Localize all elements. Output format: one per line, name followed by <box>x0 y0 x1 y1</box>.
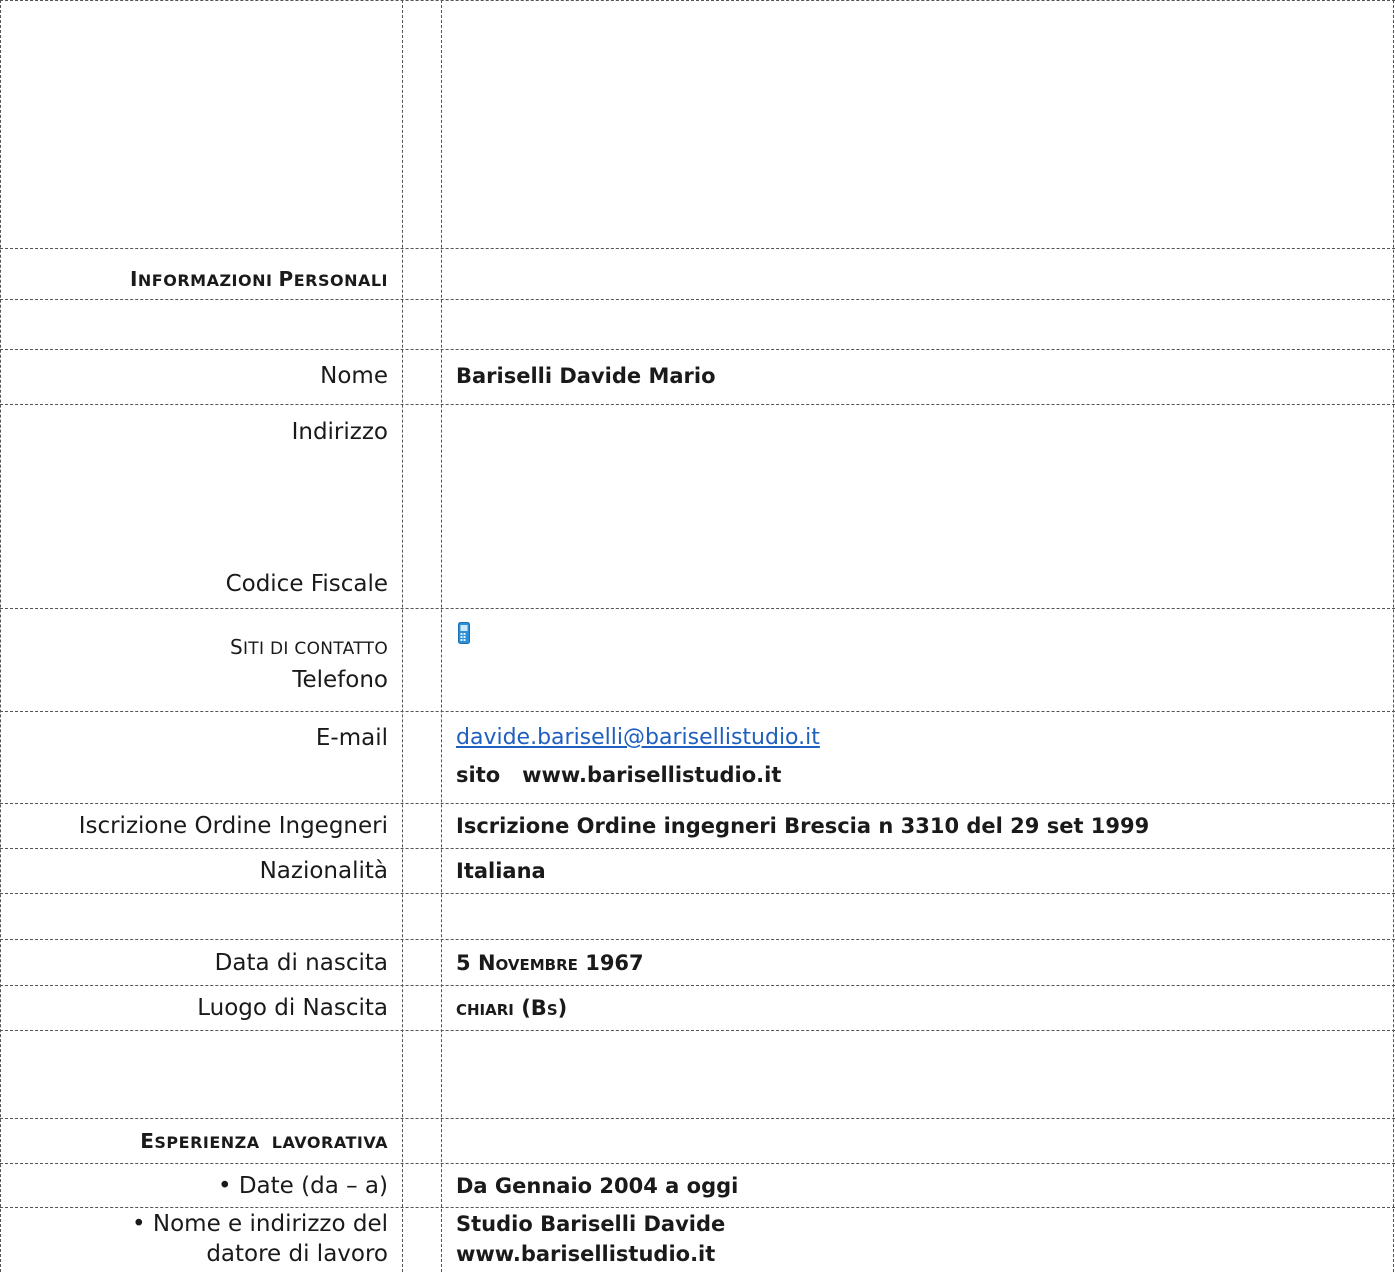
column-divider-1 <box>402 0 403 1272</box>
email-value: davide.bariselli@barisellistudio.it <box>456 723 1386 753</box>
telefono-label: Telefono <box>292 667 388 693</box>
sito-value: www.barisellistudio.it <box>522 763 782 787</box>
luogo-nascita-label: Luogo di Nascita <box>197 995 388 1021</box>
email-link[interactable]: davide.bariselli@barisellistudio.it <box>456 725 820 750</box>
row-divider <box>0 893 1395 894</box>
luogo-nascita-value: CHIARI (BS) <box>456 996 568 1020</box>
data-nascita-label: Data di nascita <box>214 950 388 976</box>
row-divider <box>0 349 1395 350</box>
date-label: • Date (da – a) <box>217 1173 388 1199</box>
datore-label-line2: datore di lavoro <box>206 1241 388 1267</box>
indirizzo-label: Indirizzo <box>291 419 388 445</box>
row-divider <box>0 299 1395 300</box>
row-divider <box>0 248 1395 249</box>
datore-label-line1: • Nome e indirizzo del <box>132 1211 388 1237</box>
nazionalita-label: Nazionalità <box>259 858 388 884</box>
row-divider <box>0 608 1395 609</box>
datore-value-line1: Studio Bariselli Davide <box>456 1212 726 1236</box>
row-divider <box>0 985 1395 986</box>
row-divider <box>0 848 1395 849</box>
row-divider <box>0 803 1395 804</box>
row-divider <box>0 1207 1395 1208</box>
row-divider <box>0 0 1395 1</box>
siti-contatto-label: SITI DI CONTATTO <box>229 635 388 659</box>
codice-fiscale-label: Codice Fiscale <box>225 571 388 597</box>
nazionalita-value: Italiana <box>456 859 546 883</box>
nome-value: Bariselli Davide Mario <box>456 364 716 388</box>
row-divider <box>0 404 1395 405</box>
column-divider-2 <box>441 0 442 1272</box>
email-label: E-mail <box>315 725 388 751</box>
datore-value-line2: www.barisellistudio.it <box>456 1242 716 1266</box>
row-divider <box>0 711 1395 712</box>
date-value: Da Gennaio 2004 a oggi <box>456 1174 739 1198</box>
iscrizione-label: Iscrizione Ordine Ingegneri <box>78 813 388 839</box>
row-divider <box>0 1030 1395 1031</box>
data-nascita-value: 5 NOVEMBRE 1967 <box>456 951 644 975</box>
iscrizione-value: Iscrizione Ordine ingegneri Brescia n 33… <box>456 814 1150 838</box>
section-heading-personal: INFORMAZIONI PERSONALI <box>129 267 388 291</box>
section-heading-experience: ESPERIENZA LAVORATIVA <box>140 1129 388 1153</box>
row-divider <box>0 1118 1395 1119</box>
row-divider <box>0 939 1395 940</box>
sito-line: sito www.barisellistudio.it <box>456 763 782 787</box>
nome-label: Nome <box>320 363 388 389</box>
table-border-right <box>1393 0 1394 1272</box>
mobile-phone-icon <box>458 622 470 644</box>
row-divider <box>0 1163 1395 1164</box>
